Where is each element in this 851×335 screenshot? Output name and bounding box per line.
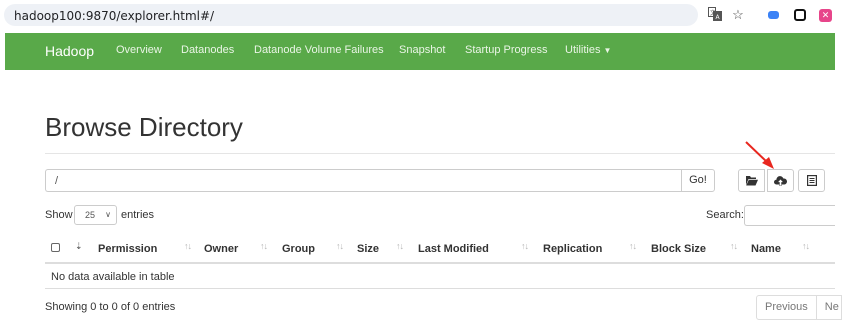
annotation-arrow [745, 141, 774, 169]
annotation-arrow-line [745, 141, 769, 164]
